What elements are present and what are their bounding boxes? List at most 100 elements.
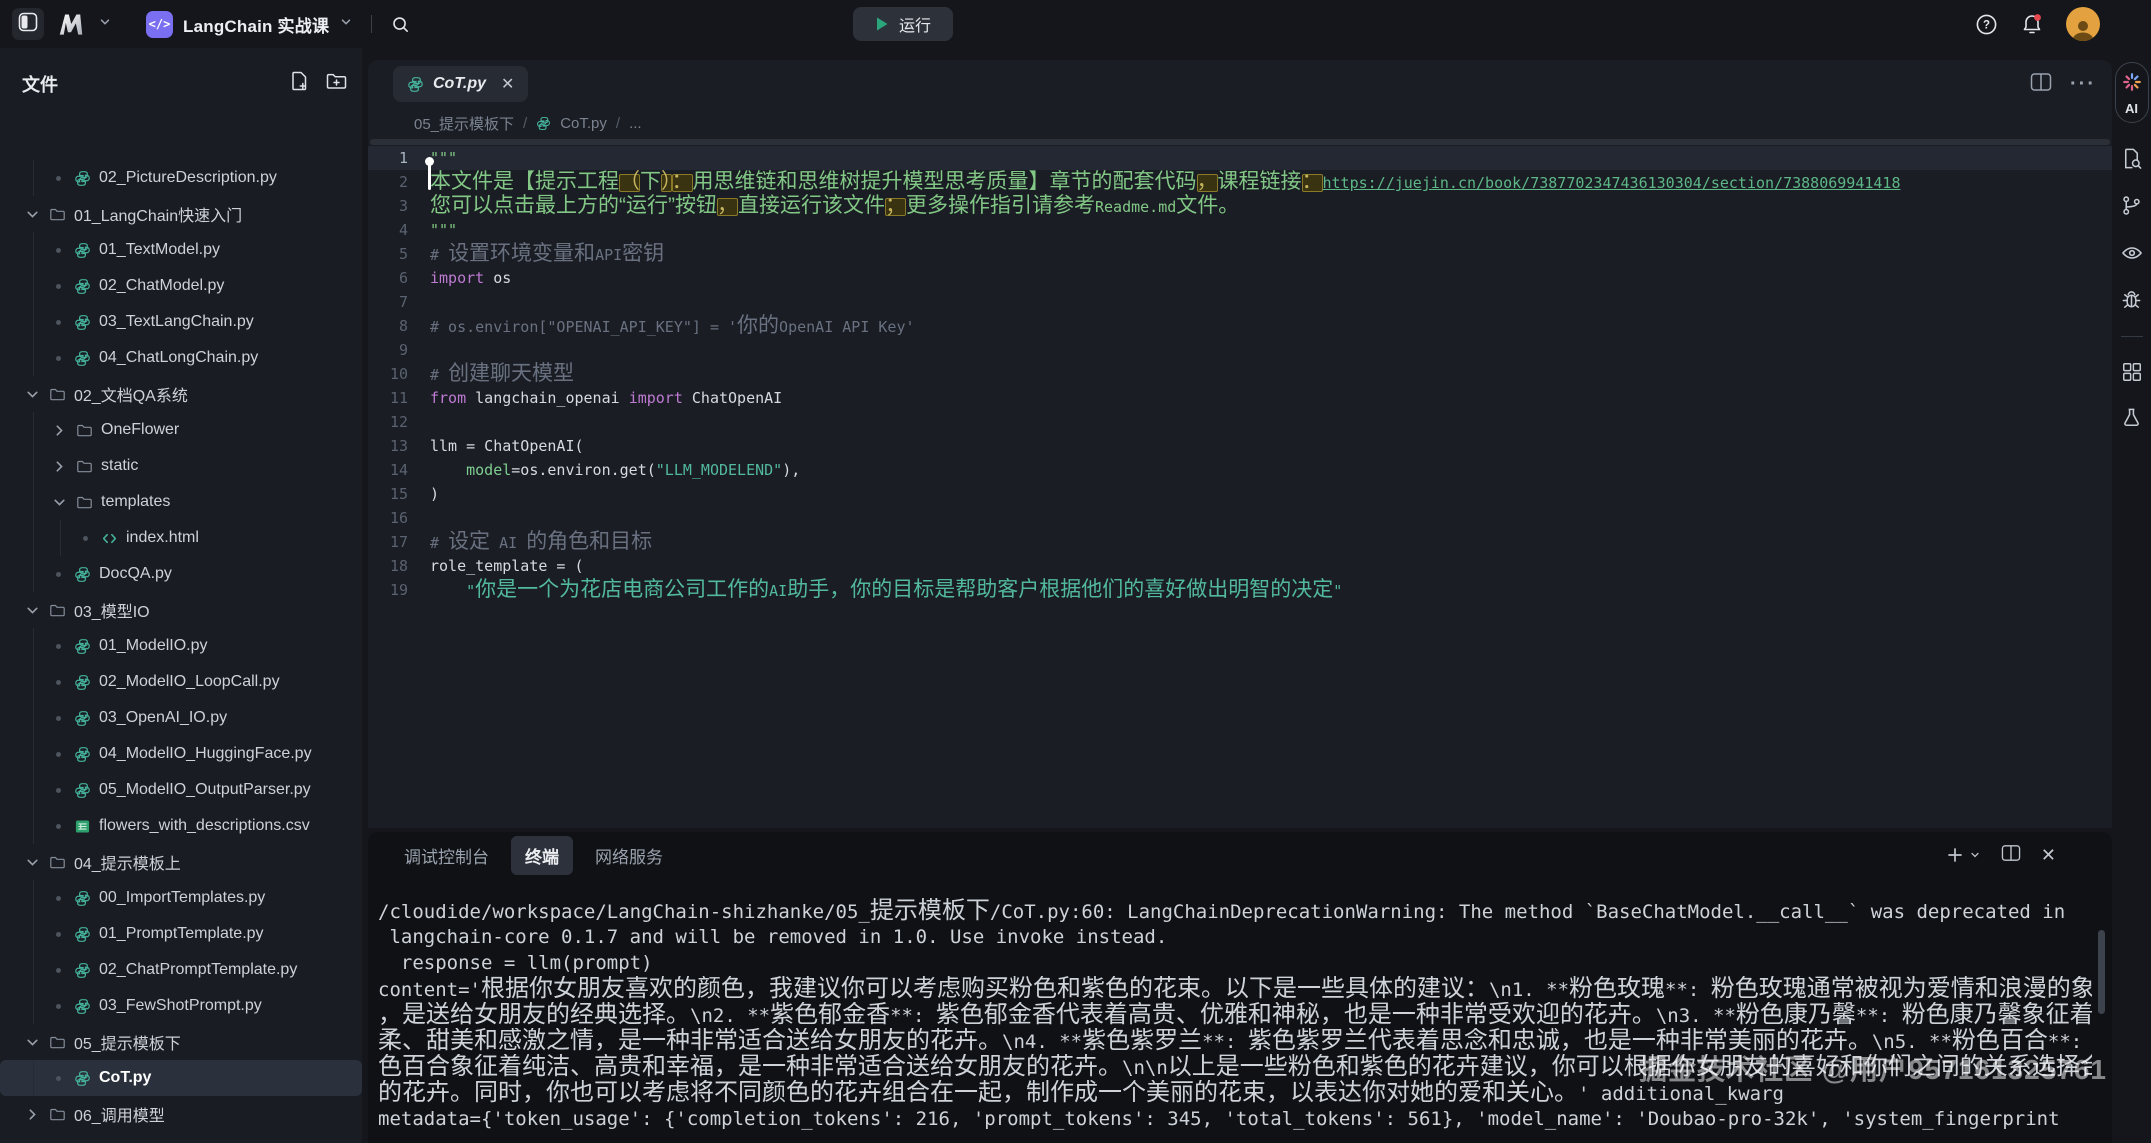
code-line: 3您可以点击最上方的“运行”按钮，直接运行该文件；更多操作指引请参考Readme…: [368, 194, 2112, 218]
tree-folder[interactable]: 06_调用模型: [0, 1096, 362, 1132]
terminal-line: 色百合象征着纯洁、高贵和幸福，是一种非常适合送给女朋友的花卉。\n\n以上是一些…: [378, 1054, 2092, 1080]
editor-panel: CoT.py ✕ ··· 05_提示模板下 / CoT.py / ... 1""…: [368, 60, 2112, 828]
tree-file[interactable]: 01_ModelIO.py: [0, 628, 362, 664]
tree-file[interactable]: 03_FewShotPrompt.py: [0, 988, 362, 1024]
tree-file[interactable]: 04_ModelIO_HuggingFace.py: [0, 736, 362, 772]
eye-icon[interactable]: [2120, 241, 2144, 265]
ai-assistant-button[interactable]: AI: [2115, 62, 2149, 123]
file-search-icon[interactable]: [2120, 147, 2143, 170]
split-panel-icon[interactable]: [2001, 844, 2021, 867]
svg-text:?: ?: [1983, 19, 1990, 31]
new-folder-icon[interactable]: [325, 70, 348, 97]
tree-folder[interactable]: 05_提示模板下: [0, 1024, 362, 1060]
terminal-line: ，是送给女朋友的经典选择。\n2. **紫色郁金香**: 紫色郁金香代表着高贵、…: [378, 1002, 2092, 1028]
project-chevron-icon[interactable]: [339, 15, 353, 34]
tree-file[interactable]: 03_TextLangChain.py: [0, 304, 362, 340]
tree-file[interactable]: 03_OpenAI_IO.py: [0, 700, 362, 736]
tab-terminal[interactable]: 终端: [511, 836, 573, 875]
tree-folder[interactable]: templates: [0, 484, 362, 520]
ai-label: AI: [2125, 101, 2138, 116]
tree-item-label: 04_ChatLongChain.py: [99, 349, 258, 367]
terminal-scrollbar[interactable]: [2098, 930, 2105, 1014]
terminal-line: content='根据你女朋友喜欢的颜色，我建议你可以考虑购买粉色和紫色的花束。…: [378, 976, 2092, 1002]
code-editor[interactable]: 1"""2本文件是【提示工程（下）：用思维链和思维树提升模型思考质量】章节的配套…: [368, 146, 2112, 602]
tree-item-label: 02_ModelIO_LoopCall.py: [99, 673, 280, 691]
code-line: 10# 创建聊天模型: [368, 362, 2112, 386]
tree-item-label: 02_ChatModel.py: [99, 277, 224, 295]
tab-debug-console[interactable]: 调试控制台: [390, 836, 503, 875]
breadcrumb-folder[interactable]: 05_提示模板下: [414, 113, 514, 134]
more-actions-icon[interactable]: ···: [2070, 73, 2096, 96]
tree-item-label: 03_FewShotPrompt.py: [99, 997, 262, 1015]
tree-file[interactable]: 02_ChatPromptTemplate.py: [0, 952, 362, 988]
tree-file[interactable]: 02_ChatModel.py: [0, 268, 362, 304]
tree-file[interactable]: 01_TextModel.py: [0, 232, 362, 268]
tree-file[interactable]: 04_ChatLongChain.py: [0, 340, 362, 376]
tree-folder[interactable]: 03_模型IO: [0, 592, 362, 628]
avatar[interactable]: [2066, 7, 2100, 41]
tab-network-service[interactable]: 网络服务: [581, 836, 677, 875]
split-editor-icon[interactable]: [2030, 72, 2052, 97]
extensions-grid-icon[interactable]: [2121, 361, 2143, 383]
marscode-logo[interactable]: [54, 9, 88, 39]
code-line: 15): [368, 482, 2112, 506]
project-name[interactable]: LangChain 实战课: [183, 12, 329, 37]
bug-icon[interactable]: [2120, 289, 2143, 312]
tree-folder[interactable]: 01_LangChain快速入门: [0, 196, 362, 232]
code-line: 19 "你是一个为花店电商公司工作的AI助手，你的目标是帮助客户根据他们的喜好做…: [368, 578, 2112, 602]
tab-cot-py[interactable]: CoT.py ✕: [393, 66, 528, 102]
code-line: 18role_template = (: [368, 554, 2112, 578]
rightbar-divider: [2121, 336, 2143, 337]
breadcrumb-symbol[interactable]: ...: [629, 115, 642, 132]
text-cursor: [428, 163, 431, 190]
topbar-divider: [371, 15, 372, 33]
code-line: 14 model=os.environ.get("LLM_MODELEND"),: [368, 458, 2112, 482]
code-line: 9: [368, 338, 2112, 362]
terminal-output[interactable]: /cloudide/workspace/LangChain-shizhanke/…: [378, 898, 2092, 1132]
tree-folder[interactable]: 04_提示模板上: [0, 844, 362, 880]
flask-icon[interactable]: [2120, 407, 2143, 430]
tree-file[interactable]: CoT.py: [0, 1060, 362, 1096]
horizontal-scrollbar[interactable]: [368, 138, 2112, 146]
tree-item-label: 01_ModelIO.py: [99, 637, 208, 655]
code-line: 16: [368, 506, 2112, 530]
tree-folder[interactable]: 02_文档QA系统: [0, 376, 362, 412]
search-icon[interactable]: [390, 14, 411, 35]
editor-tab-bar: CoT.py ✕ ···: [368, 60, 2112, 108]
help-icon[interactable]: ?: [1975, 13, 1998, 36]
tree-file[interactable]: 00_ImportTemplates.py: [0, 880, 362, 916]
file-tree: 02_PictureDescription.py01_LangChain快速入门…: [0, 160, 362, 1143]
project-badge-icon: </>: [146, 11, 173, 38]
file-explorer-sidebar: 文件 02_PictureDescription.py01_LangChain快…: [0, 48, 362, 1143]
add-terminal-button[interactable]: [1946, 846, 1981, 864]
tree-file[interactable]: 01_PromptTemplate.py: [0, 916, 362, 952]
run-button-label: 运行: [899, 12, 931, 36]
breadcrumb: 05_提示模板下 / CoT.py / ...: [368, 108, 2112, 138]
sidebar-toggle-button[interactable]: [12, 8, 44, 40]
run-button[interactable]: 运行: [853, 7, 953, 41]
tree-folder[interactable]: static: [0, 448, 362, 484]
code-line: 7: [368, 290, 2112, 314]
close-panel-icon[interactable]: ✕: [2041, 845, 2056, 866]
code-line: 12: [368, 410, 2112, 434]
tab-close-icon[interactable]: ✕: [501, 74, 514, 94]
play-icon: [875, 16, 889, 32]
tree-item-label: 05_提示模板下: [74, 1030, 181, 1054]
notifications-bell-icon[interactable]: [2020, 12, 2044, 36]
tree-file[interactable]: DocQA.py: [0, 556, 362, 592]
code-line: 6import os: [368, 266, 2112, 290]
git-branch-icon[interactable]: [2120, 194, 2143, 217]
tree-folder[interactable]: 07_解析输出: [0, 1132, 362, 1143]
terminal-line: 柔、甜美和感激之情，是一种非常适合送给女朋友的花卉。\n4. **紫色紫罗兰**…: [378, 1028, 2092, 1054]
new-file-icon[interactable]: [289, 70, 311, 97]
breadcrumb-file[interactable]: CoT.py: [560, 115, 607, 132]
tree-file[interactable]: index.html: [0, 520, 362, 556]
logo-chevron-icon[interactable]: [98, 15, 112, 34]
tree-file[interactable]: 02_ModelIO_LoopCall.py: [0, 664, 362, 700]
tree-folder[interactable]: OneFlower: [0, 412, 362, 448]
tree-file[interactable]: 05_ModelIO_OutputParser.py: [0, 772, 362, 808]
tab-label: CoT.py: [433, 75, 486, 93]
code-line: 4""": [368, 218, 2112, 242]
tree-file[interactable]: 02_PictureDescription.py: [0, 160, 362, 196]
tree-file[interactable]: flowers_with_descriptions.csv: [0, 808, 362, 844]
